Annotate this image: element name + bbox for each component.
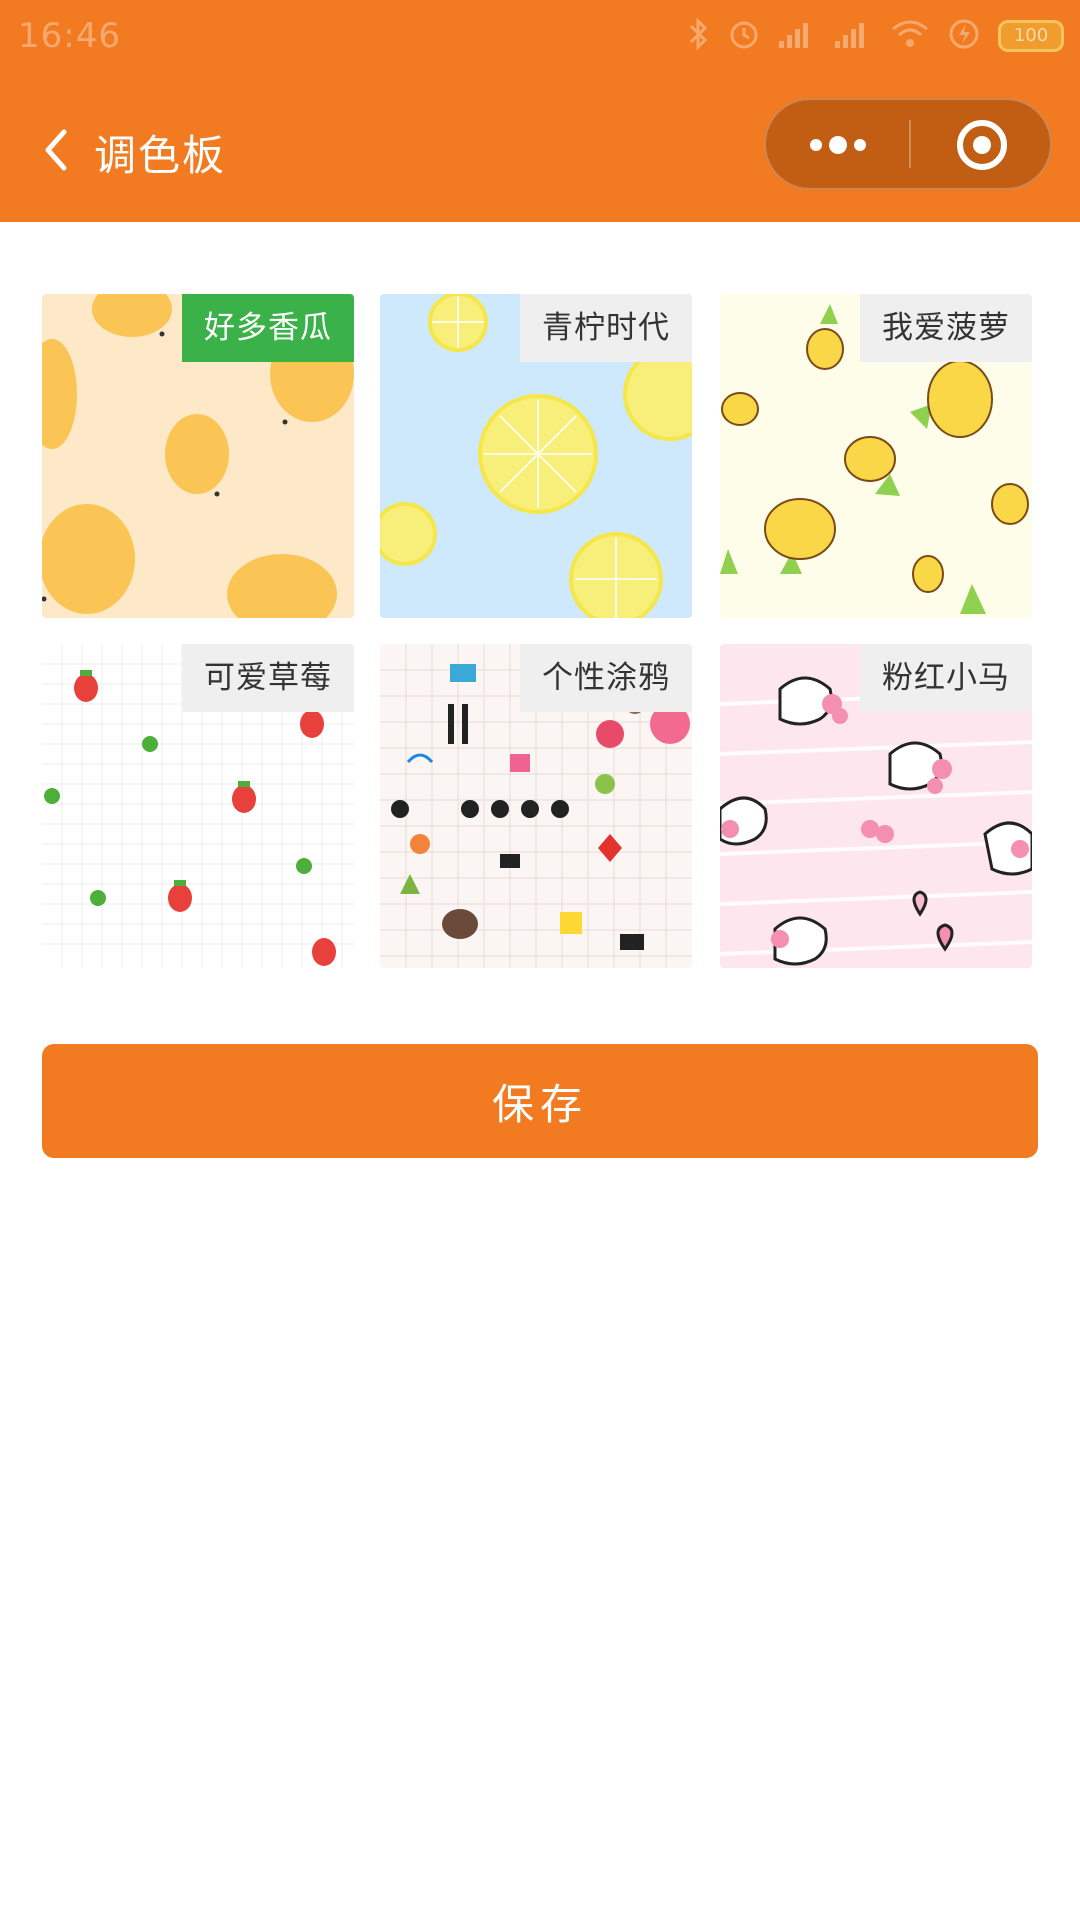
theme-label: 我爱菠萝 bbox=[860, 294, 1032, 362]
wifi-icon bbox=[890, 19, 930, 53]
theme-label: 可爱草莓 bbox=[182, 644, 354, 712]
theme-tile-pineapple[interactable]: 我爱菠萝 bbox=[720, 294, 1032, 618]
theme-tile-unicorn[interactable]: 粉红小马 bbox=[720, 644, 1032, 968]
nav-bar: 调色板 bbox=[0, 98, 1080, 202]
charging-icon bbox=[948, 18, 980, 54]
theme-label: 个性涂鸦 bbox=[520, 644, 692, 712]
theme-tile-doodle[interactable]: 个性涂鸦 bbox=[380, 644, 692, 968]
theme-label: 青柠时代 bbox=[520, 294, 692, 362]
signal-icon bbox=[778, 19, 816, 53]
top-bar: 16:46 100 调色板 bbox=[0, 0, 1080, 222]
theme-label: 好多香瓜 bbox=[182, 294, 354, 362]
page-title: 调色板 bbox=[94, 131, 227, 180]
capsule-divider bbox=[909, 120, 911, 168]
status-time: 16:46 bbox=[18, 16, 121, 56]
theme-tile-lemon[interactable]: 青柠时代 bbox=[380, 294, 692, 618]
battery-icon: 100 bbox=[998, 20, 1064, 52]
signal-icon-2 bbox=[834, 19, 872, 53]
theme-tile-melon[interactable]: 好多香瓜 bbox=[42, 294, 354, 618]
theme-tile-strawberry[interactable]: 可爱草莓 bbox=[42, 644, 354, 968]
chevron-left-icon[interactable] bbox=[36, 128, 80, 172]
alarm-icon bbox=[728, 17, 760, 55]
status-icons: 100 bbox=[688, 16, 1064, 56]
target-circle-icon[interactable] bbox=[912, 100, 1052, 188]
more-dots-icon[interactable] bbox=[766, 100, 910, 188]
bluetooth-icon bbox=[688, 17, 710, 55]
status-bar: 16:46 100 bbox=[0, 0, 1080, 74]
save-button[interactable]: 保存 bbox=[42, 1044, 1038, 1158]
mini-program-capsule bbox=[764, 98, 1052, 190]
theme-label: 粉红小马 bbox=[860, 644, 1032, 712]
